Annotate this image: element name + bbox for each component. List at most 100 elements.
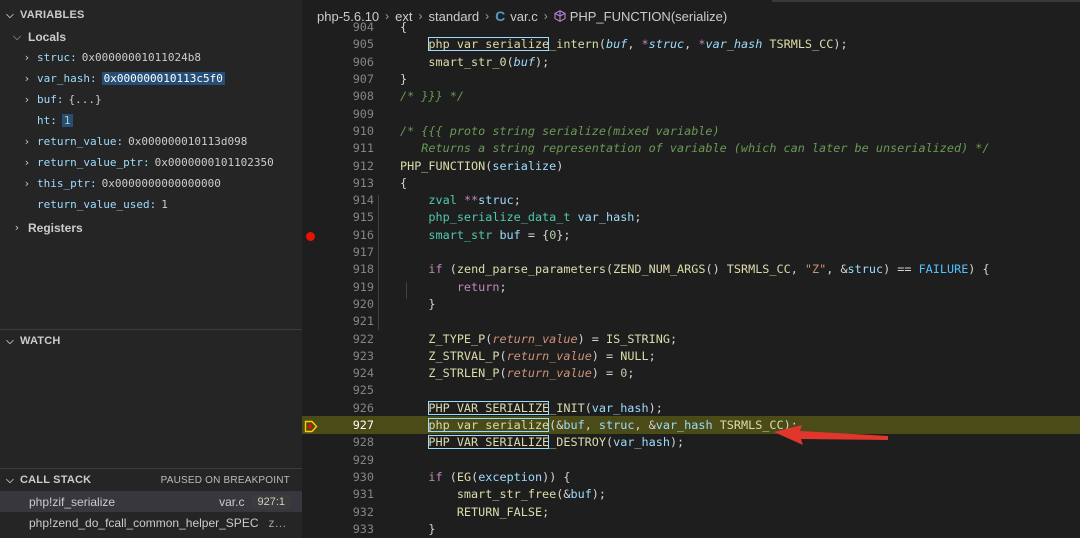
code-line[interactable]: 930 if (EG(exception)) { bbox=[302, 468, 1080, 485]
variable-name: buf bbox=[37, 93, 57, 106]
code-line[interactable]: 921 bbox=[302, 313, 1080, 330]
code-line[interactable]: 908 /* }}} */ bbox=[302, 88, 1080, 105]
line-number[interactable]: 904 bbox=[302, 20, 374, 34]
code-line[interactable]: 928 PHP_VAR_SERIALIZE_DESTROY(var_hash); bbox=[302, 434, 1080, 451]
stack-frame[interactable]: php!zif_serialize var.c 927:1 bbox=[0, 491, 302, 512]
variables-section-header[interactable]: ⌵ VARIABLES bbox=[0, 4, 302, 26]
locals-scope[interactable]: ⌵ Locals bbox=[0, 26, 302, 47]
code-line[interactable]: 910 /* {{{ proto string serialize(mixed v… bbox=[302, 122, 1080, 139]
line-number[interactable]: 908 bbox=[302, 89, 374, 103]
line-number[interactable]: 915 bbox=[302, 210, 374, 224]
stack-frame[interactable]: php!zend_do_fcall_common_helper_SPEC z… bbox=[0, 512, 302, 533]
code-line[interactable]: 905 php_var_serialize_intern(buf, *struc… bbox=[302, 36, 1080, 53]
chevron-right-icon: › bbox=[14, 221, 20, 234]
code-line[interactable]: 909 bbox=[302, 105, 1080, 122]
code-line[interactable]: 931 smart_str_free(&buf); bbox=[302, 486, 1080, 503]
line-number[interactable]: 930 bbox=[302, 470, 374, 484]
line-number[interactable]: 925 bbox=[302, 383, 374, 397]
variable-ht[interactable]: ht: 1 bbox=[0, 110, 302, 131]
code-text: /* }}} */ bbox=[400, 89, 464, 104]
code-text: smart_str_free(&buf); bbox=[456, 487, 607, 502]
registers-scope[interactable]: › Registers bbox=[0, 217, 302, 238]
code-text: } bbox=[400, 296, 436, 311]
line-number[interactable]: 918 bbox=[302, 262, 374, 276]
code-editor[interactable]: php-5.6.10 › ext › standard › C var.c › … bbox=[302, 0, 1080, 538]
line-number[interactable]: 924 bbox=[302, 366, 374, 380]
code-text: PHP_VAR_SERIALIZE_DESTROY(var_hash); bbox=[428, 435, 685, 450]
variable-var-hash[interactable]: › var_hash: 0x000000010113c5f0 bbox=[0, 68, 302, 89]
code-text: Z_STRVAL_P(return_value) = NULL; bbox=[428, 348, 656, 363]
variable-return-value-ptr[interactable]: › return_value_ptr: 0x0000000101102350 bbox=[0, 152, 302, 173]
code-line[interactable]: 914 zval **struc; bbox=[302, 192, 1080, 209]
code-text: if (zend_parse_parameters(ZEND_NUM_ARGS(… bbox=[428, 262, 990, 277]
code-line[interactable]: 915 php_serialize_data_t var_hash; bbox=[302, 209, 1080, 226]
line-number[interactable]: 920 bbox=[302, 297, 374, 311]
code-line[interactable]: 906 smart_str_0(buf); bbox=[302, 53, 1080, 70]
code-line[interactable]: 919 return; bbox=[302, 278, 1080, 295]
variable-return-value-used[interactable]: return_value_used: 1 bbox=[0, 194, 302, 215]
line-number[interactable]: 927 bbox=[302, 418, 374, 433]
code-text: RETURN_FALSE; bbox=[456, 504, 550, 519]
variable-value: 1 bbox=[61, 114, 73, 127]
variable-name: ht bbox=[37, 114, 51, 127]
code-line[interactable]: 932 RETURN_FALSE; bbox=[302, 503, 1080, 520]
code-line[interactable]: 918 if (zend_parse_parameters(ZEND_NUM_A… bbox=[302, 261, 1080, 278]
line-number[interactable]: 912 bbox=[302, 159, 374, 173]
watch-section-header[interactable]: ⌵ WATCH bbox=[0, 330, 302, 352]
line-number[interactable]: 913 bbox=[302, 176, 374, 190]
line-number[interactable]: 906 bbox=[302, 55, 374, 69]
paused-execution-arrow-icon[interactable] bbox=[304, 420, 318, 433]
code-line[interactable]: 926 PHP_VAR_SERIALIZE_INIT(var_hash); bbox=[302, 399, 1080, 416]
code-line[interactable]: 907} bbox=[302, 70, 1080, 87]
variables-title: VARIABLES bbox=[20, 9, 85, 21]
line-number[interactable]: 907 bbox=[302, 72, 374, 86]
line-number[interactable]: 929 bbox=[302, 453, 374, 467]
code-line[interactable]: 929 bbox=[302, 451, 1080, 468]
variable-struc[interactable]: › struc: 0x00000001011024b8 bbox=[0, 47, 302, 68]
line-number[interactable]: 932 bbox=[302, 505, 374, 519]
line-number[interactable]: 911 bbox=[302, 141, 374, 155]
code-text: { bbox=[400, 20, 408, 35]
line-number[interactable]: 910 bbox=[302, 124, 374, 138]
call-stack-section-header[interactable]: ⌵ CALL STACK PAUSED ON BREAKPOINT bbox=[0, 469, 302, 491]
variable-name: var_hash bbox=[37, 72, 90, 85]
code-line[interactable]: 904 { bbox=[302, 19, 1080, 36]
line-number[interactable]: 921 bbox=[302, 314, 374, 328]
code-line[interactable]: 913 { bbox=[302, 174, 1080, 191]
code-line[interactable]: 917 bbox=[302, 243, 1080, 260]
code-line[interactable]: 923 Z_STRVAL_P(return_value) = NULL; bbox=[302, 347, 1080, 364]
code-line[interactable]: 920 } bbox=[302, 295, 1080, 312]
code-line[interactable]: 916 smart_str buf = {0}; bbox=[302, 226, 1080, 243]
line-number[interactable]: 928 bbox=[302, 435, 374, 449]
variable-return-value[interactable]: › return_value: 0x000000010113d098 bbox=[0, 131, 302, 152]
line-number[interactable]: 919 bbox=[302, 280, 374, 294]
line-number[interactable]: 914 bbox=[302, 193, 374, 207]
code-line[interactable]: 925 bbox=[302, 382, 1080, 399]
code-line[interactable]: 911 Returns a string representation of v… bbox=[302, 140, 1080, 157]
variable-buf[interactable]: › buf: {...} bbox=[0, 89, 302, 110]
line-number[interactable]: 923 bbox=[302, 349, 374, 363]
chevron-down-icon: ⌵ bbox=[6, 9, 14, 21]
code-text: return; bbox=[456, 279, 507, 294]
line-number[interactable]: 905 bbox=[302, 37, 374, 51]
code-text: } bbox=[400, 72, 408, 87]
code-text: Z_TYPE_P(return_value) = IS_STRING; bbox=[428, 331, 678, 346]
locals-label: Locals bbox=[28, 29, 67, 44]
line-number[interactable]: 931 bbox=[302, 487, 374, 501]
code-line[interactable]: 933 } bbox=[302, 520, 1080, 537]
code-line[interactable]: 912 PHP_FUNCTION(serialize) bbox=[302, 157, 1080, 174]
code-line[interactable]: 924 Z_STRLEN_P(return_value) = 0; bbox=[302, 365, 1080, 382]
code-text: PHP_VAR_SERIALIZE_INIT(var_hash); bbox=[428, 400, 663, 415]
line-number[interactable]: 909 bbox=[302, 107, 374, 121]
code-line[interactable]: 927 php_var_serialize(&buf, struc, &var_… bbox=[302, 416, 1080, 434]
line-number[interactable]: 922 bbox=[302, 332, 374, 346]
code-text: smart_str_0(buf); bbox=[428, 54, 550, 69]
code-line[interactable]: 922 Z_TYPE_P(return_value) = IS_STRING; bbox=[302, 330, 1080, 347]
breakpoint-icon[interactable] bbox=[306, 231, 315, 241]
line-number[interactable]: 926 bbox=[302, 401, 374, 415]
variable-this-ptr[interactable]: › this_ptr: 0x0000000000000000 bbox=[0, 173, 302, 194]
line-number[interactable]: 933 bbox=[302, 522, 374, 536]
code-text: if (EG(exception)) { bbox=[428, 469, 571, 484]
line-number[interactable]: 917 bbox=[302, 245, 374, 259]
line-number[interactable]: 916 bbox=[302, 228, 374, 242]
